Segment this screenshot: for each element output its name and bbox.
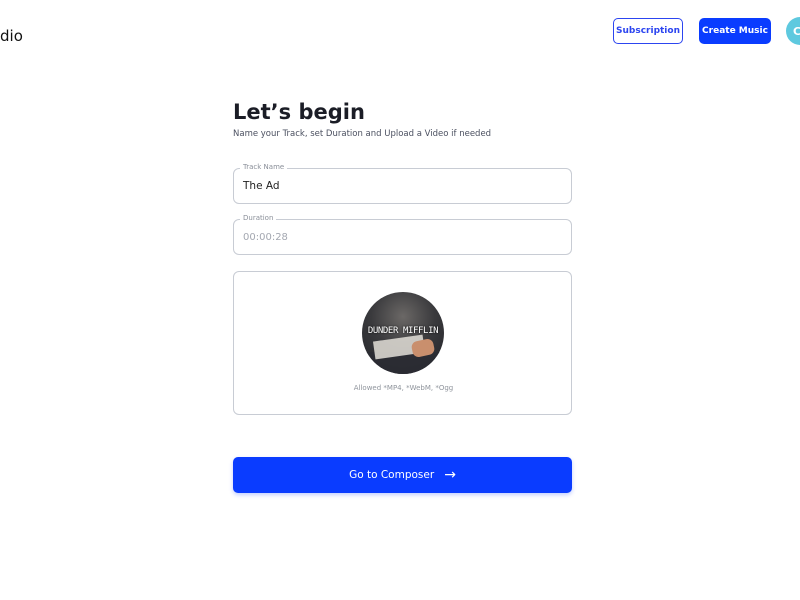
subscription-button[interactable]: Subscription: [613, 18, 683, 44]
video-thumbnail[interactable]: DUNDER MIFFLIN: [362, 292, 444, 374]
avatar[interactable]: C: [786, 17, 800, 45]
page-title: Let’s begin: [233, 100, 365, 124]
page-subtitle: Name your Track, set Duration and Upload…: [233, 129, 492, 139]
arrow-right-icon: →: [444, 467, 456, 483]
create-music-button[interactable]: Create Music: [699, 18, 771, 44]
app-brand[interactable]: dio: [0, 27, 23, 45]
track-name-input[interactable]: The Ad: [243, 180, 280, 192]
duration-input[interactable]: 00:00:28: [243, 232, 288, 243]
go-to-composer-button[interactable]: Go to Composer →: [233, 457, 572, 493]
go-to-composer-label: Go to Composer: [349, 469, 435, 481]
page: dio Subscription Create Music C Let’s be…: [0, 0, 800, 600]
duration-field[interactable]: Duration 00:00:28: [233, 214, 572, 255]
track-name-field[interactable]: Track Name The Ad: [233, 163, 572, 204]
track-name-label: Track Name: [240, 163, 288, 171]
video-upload-dropzone[interactable]: DUNDER MIFFLIN Allowed *MP4, *WebM, *Ogg: [233, 271, 572, 415]
thumbnail-title: DUNDER MIFFLIN: [367, 326, 439, 336]
allowed-formats-text: Allowed *MP4, *WebM, *Ogg: [353, 384, 454, 392]
duration-label: Duration: [240, 214, 277, 222]
